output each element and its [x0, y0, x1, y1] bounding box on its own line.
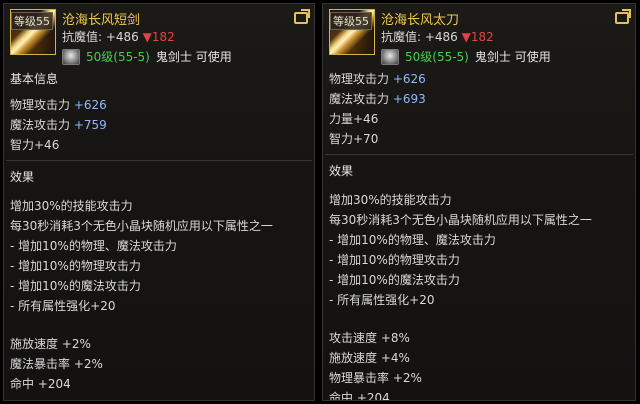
level-badge: 等级55 [11, 12, 53, 30]
required-class: 鬼剑士 可使用 [474, 50, 551, 64]
sword-icon: 等级55 [10, 9, 56, 55]
required-level: 50级(55-5) [405, 50, 469, 64]
resist-value: 抗魔值: +486 ▼182 [381, 28, 494, 45]
effect-line: 每30秒消耗3个无色小晶块随机应用以下属性之一 [329, 213, 592, 227]
stat-line: 智力+46 [10, 138, 60, 152]
resist-value: 抗魔值: +486 ▼182 [62, 28, 175, 45]
stat-line: 物理攻击力 +626 [10, 98, 107, 112]
item-name: 沧海长风太刀 [381, 13, 460, 28]
gem-icon [62, 48, 80, 65]
effect-line: - 所有属性强化+20 [329, 293, 435, 307]
effect-line: - 所有属性强化+20 [10, 299, 116, 313]
resist-down: ▼182 [461, 30, 494, 44]
effect-title: 效果 [10, 170, 35, 184]
stat-line: 力量+46 [329, 112, 379, 126]
requirement-row: 50级(55-5) 鬼剑士 可使用 [381, 48, 551, 65]
divider [6, 160, 312, 161]
resist-label: 抗魔值: +486 [62, 30, 139, 44]
item-tooltip-right: 等级55 沧海长风太刀 抗魔值: +486 ▼182 50级(55-5) 鬼剑士… [322, 3, 636, 401]
effect-line: - 增加10%的物理攻击力 [329, 253, 460, 267]
effect-line: - 增加10%的物理、魔法攻击力 [329, 233, 496, 247]
effect-line: 增加30%的技能攻击力 [10, 199, 133, 213]
stat-line: 智力+70 [329, 132, 379, 146]
effect-line: - 增加10%的物理、魔法攻击力 [10, 239, 177, 253]
required-level: 50级(55-5) [86, 50, 150, 64]
effect-title: 效果 [329, 164, 354, 178]
extra-stat: 命中 +204 [10, 377, 71, 391]
extra-stat: 施放速度 +2% [10, 337, 91, 351]
effect-line: - 增加10%的魔法攻击力 [329, 273, 460, 287]
share-icon[interactable] [294, 12, 308, 24]
gem-icon [381, 48, 399, 65]
item-name: 沧海长风短剑 [62, 13, 141, 28]
required-class: 鬼剑士 可使用 [155, 50, 232, 64]
basic-info-title: 基本信息 [10, 72, 59, 86]
share-icon[interactable] [615, 12, 629, 24]
level-badge: 等级55 [330, 12, 372, 30]
extra-stat: 魔法暴击率 +2% [10, 357, 103, 371]
effect-line: 每30秒消耗3个无色小晶块随机应用以下属性之一 [10, 219, 273, 233]
stat-line: 魔法攻击力 +759 [10, 118, 107, 132]
extra-stat: 命中 +204 [329, 391, 390, 401]
stat-line: 物理攻击力 +626 [329, 72, 426, 86]
effect-line: - 增加10%的魔法攻击力 [10, 279, 141, 293]
resist-label: 抗魔值: +486 [381, 30, 458, 44]
resist-down: ▼182 [142, 30, 175, 44]
divider [325, 154, 633, 155]
item-tooltip-left: 等级55 沧海长风短剑 抗魔值: +486 ▼182 50级(55-5) 鬼剑士… [3, 3, 315, 401]
stat-line: 魔法攻击力 +693 [329, 92, 426, 106]
extra-stat: 物理暴击率 +2% [329, 371, 422, 385]
effect-line: - 增加10%的物理攻击力 [10, 259, 141, 273]
extra-stat: 施放速度 +4% [329, 351, 410, 365]
effect-line: 增加30%的技能攻击力 [329, 193, 452, 207]
extra-stat: 攻击速度 +8% [329, 331, 410, 345]
sword-icon: 等级55 [329, 9, 375, 55]
requirement-row: 50级(55-5) 鬼剑士 可使用 [62, 48, 232, 65]
